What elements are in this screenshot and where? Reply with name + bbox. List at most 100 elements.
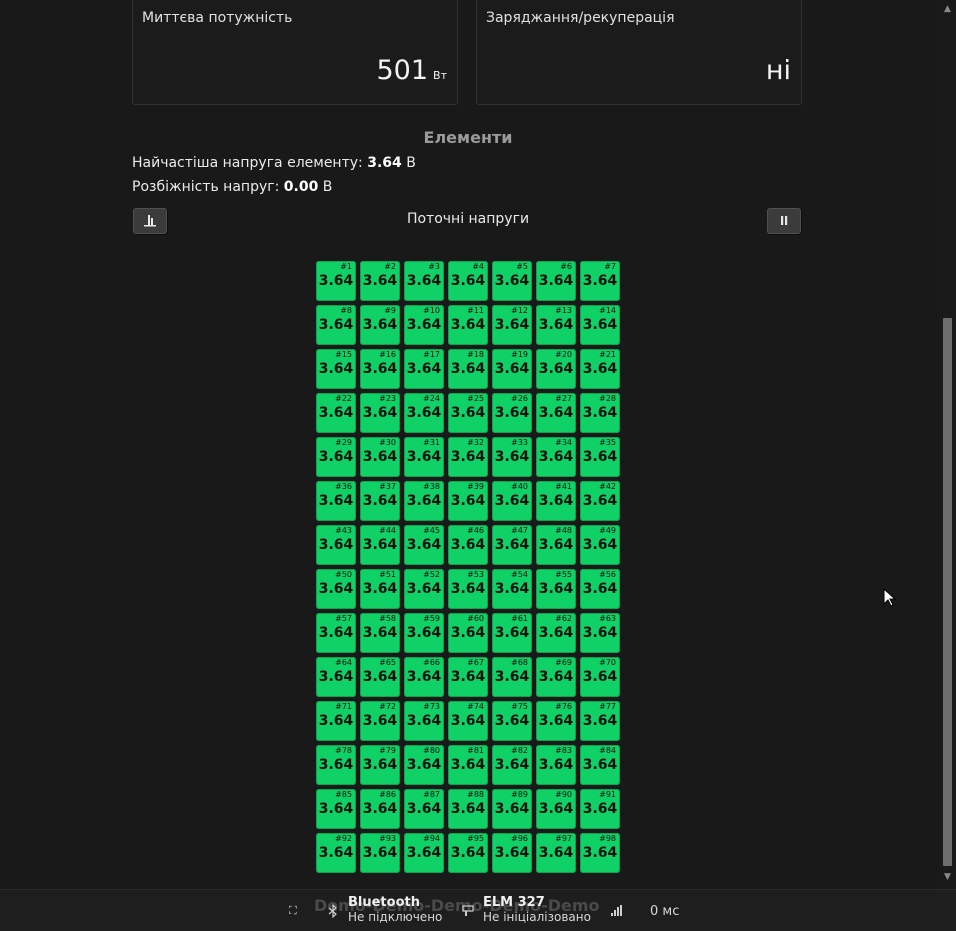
scroll-up-arrow[interactable]: ▲ xyxy=(942,4,953,14)
cell-voltage: 3.64 xyxy=(318,625,354,641)
cell-voltage: 3.64 xyxy=(450,845,486,861)
cell-number: #41 xyxy=(555,482,572,491)
chart-subtitle: Поточні напруги xyxy=(406,211,530,227)
cell-voltage: 3.64 xyxy=(362,405,398,421)
cell-number: #46 xyxy=(467,526,484,535)
cell-voltage: 3.64 xyxy=(538,581,574,597)
power-card: Миттєва потужність 501 Вт xyxy=(132,0,458,105)
cell-number: #58 xyxy=(379,614,396,623)
cell-voltage: 3.64 xyxy=(582,317,618,333)
cell-number: #80 xyxy=(423,746,440,755)
cell-number: #37 xyxy=(379,482,396,491)
cell-number: #82 xyxy=(511,746,528,755)
cell-number: #62 xyxy=(555,614,572,623)
cell-voltage: 3.64 xyxy=(362,713,398,729)
cell-81: #81 3.64 xyxy=(448,745,488,785)
cell-number: #51 xyxy=(379,570,396,579)
cell-76: #76 3.64 xyxy=(536,701,576,741)
cell-24: #24 3.64 xyxy=(404,393,444,433)
cell-voltage: 3.64 xyxy=(450,581,486,597)
cell-voltage: 3.64 xyxy=(450,713,486,729)
cell-number: #36 xyxy=(335,482,352,491)
cell-voltage: 3.64 xyxy=(318,317,354,333)
cell-voltage: 3.64 xyxy=(406,801,442,817)
cell-number: #91 xyxy=(599,790,616,799)
cell-21: #21 3.64 xyxy=(580,349,620,389)
cell-number: #2 xyxy=(384,262,396,271)
cell-voltage: 3.64 xyxy=(318,757,354,773)
cell-number: #47 xyxy=(511,526,528,535)
cell-number: #27 xyxy=(555,394,572,403)
cell-57: #57 3.64 xyxy=(316,613,356,653)
cell-voltage: 3.64 xyxy=(538,449,574,465)
most-common-unit: В xyxy=(401,155,416,171)
spread-unit: В xyxy=(318,179,333,195)
scrollbar[interactable]: ▲ ▼ xyxy=(939,0,956,889)
cell-18: #18 3.64 xyxy=(448,349,488,389)
cell-46: #46 3.64 xyxy=(448,525,488,565)
cell-52: #52 3.64 xyxy=(404,569,444,609)
cell-voltage: 3.64 xyxy=(318,845,354,861)
cell-voltage: 3.64 xyxy=(538,713,574,729)
cell-number: #57 xyxy=(335,614,352,623)
spread-value: 0.00 xyxy=(283,179,319,195)
cell-11: #11 3.64 xyxy=(448,305,488,345)
cell-voltage: 3.64 xyxy=(318,449,354,465)
cell-83: #83 3.64 xyxy=(536,745,576,785)
cell-voltage: 3.64 xyxy=(406,317,442,333)
cell-number: #42 xyxy=(599,482,616,491)
cell-number: #4 xyxy=(472,262,484,271)
cell-voltage: 3.64 xyxy=(538,405,574,421)
cell-voltage: 3.64 xyxy=(406,493,442,509)
cell-voltage: 3.64 xyxy=(538,845,574,861)
cell-voltage: 3.64 xyxy=(406,273,442,289)
cell-number: #13 xyxy=(555,306,572,315)
cell-22: #22 3.64 xyxy=(316,393,356,433)
most-common-label: Найчастіша напруга елементу: xyxy=(132,155,368,171)
cell-number: #1 xyxy=(340,262,352,271)
cell-number: #53 xyxy=(467,570,484,579)
cell-voltage: 3.64 xyxy=(406,405,442,421)
cell-39: #39 3.64 xyxy=(448,481,488,521)
cell-number: #69 xyxy=(555,658,572,667)
cell-voltage: 3.64 xyxy=(450,273,486,289)
pause-button[interactable] xyxy=(767,208,801,234)
cell-number: #32 xyxy=(467,438,484,447)
cell-72: #72 3.64 xyxy=(360,701,400,741)
cell-number: #16 xyxy=(379,350,396,359)
cell-voltage: 3.64 xyxy=(362,493,398,509)
cell-64: #64 3.64 xyxy=(316,657,356,697)
cell-voltage: 3.64 xyxy=(406,669,442,685)
section-title: Елементи xyxy=(423,128,513,147)
status-bar: Demo-Demo-Demo-Demo-Demo ⛶ Bluetooth Не … xyxy=(0,889,956,931)
cell-92: #92 3.64 xyxy=(316,833,356,873)
scroll-down-arrow[interactable]: ▼ xyxy=(942,872,953,882)
cell-33: #33 3.64 xyxy=(492,437,532,477)
cell-voltage: 3.64 xyxy=(318,669,354,685)
cell-voltage: 3.64 xyxy=(582,669,618,685)
cell-voltage: 3.64 xyxy=(406,449,442,465)
spread-label: Розбіжність напруг: xyxy=(132,179,284,195)
cell-98: #98 3.64 xyxy=(580,833,620,873)
cell-voltage: 3.64 xyxy=(318,273,354,289)
power-number: 501 xyxy=(376,55,429,86)
scrollbar-thumb[interactable] xyxy=(943,318,952,866)
cell-voltage: 3.64 xyxy=(406,713,442,729)
cell-voltage: 3.64 xyxy=(582,493,618,509)
cell-13: #13 3.64 xyxy=(536,305,576,345)
cell-voltage-grid: #1 3.64 #2 3.64 #3 3.64 #4 3.64 #5 3.64 #6 3.64 #7 3.… xyxy=(316,261,620,873)
cell-65: #65 3.64 xyxy=(360,657,400,697)
cell-number: #22 xyxy=(335,394,352,403)
cell-voltage: 3.64 xyxy=(538,273,574,289)
cell-44: #44 3.64 xyxy=(360,525,400,565)
cell-voltage: 3.64 xyxy=(318,581,354,597)
expand-icon[interactable]: ⛶ xyxy=(289,904,297,918)
cell-voltage: 3.64 xyxy=(582,845,618,861)
power-value: 501 Вт xyxy=(376,55,447,92)
cell-number: #94 xyxy=(423,834,440,843)
cell-20: #20 3.64 xyxy=(536,349,576,389)
cell-number: #10 xyxy=(423,306,440,315)
cell-voltage: 3.64 xyxy=(450,493,486,509)
cell-63: #63 3.64 xyxy=(580,613,620,653)
cell-number: #8 xyxy=(340,306,352,315)
